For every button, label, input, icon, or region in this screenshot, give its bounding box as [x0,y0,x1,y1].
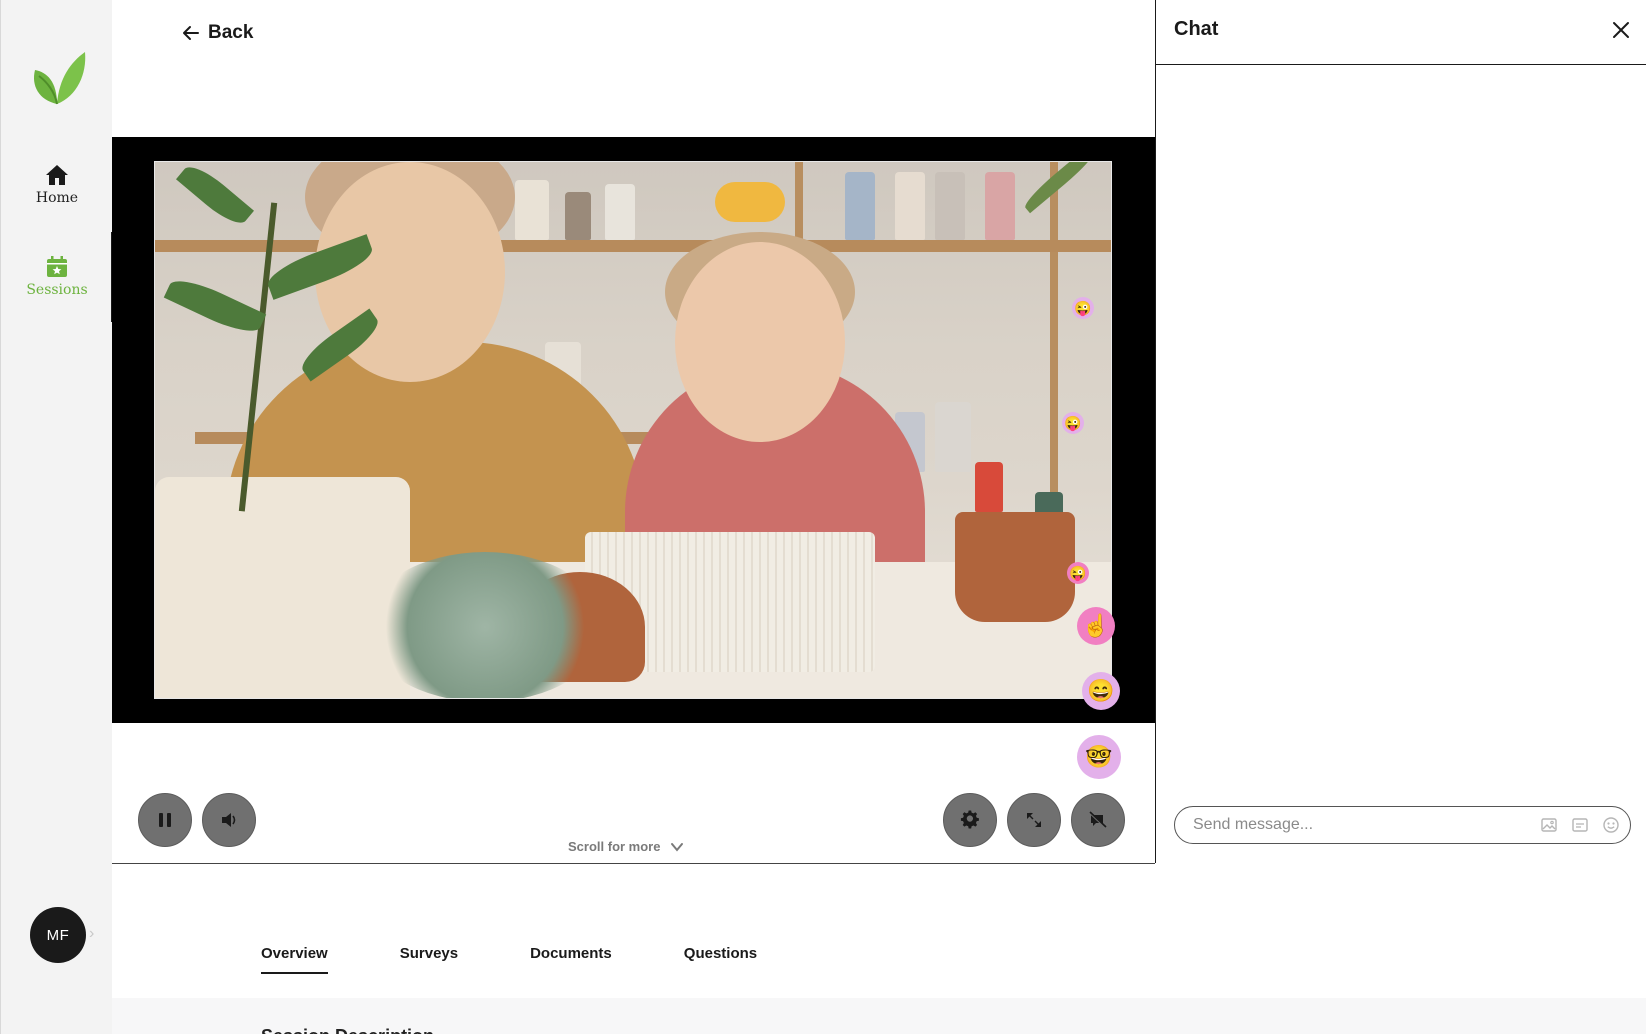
plant-leaf [176,162,254,231]
expand-icon [1027,813,1041,827]
jar [895,172,925,240]
volume-button[interactable] [202,793,256,847]
chat-off-icon [1089,811,1107,829]
chat-message-box [1174,806,1631,844]
tab-surveys[interactable]: Surveys [400,945,458,974]
foam-finger-emoji-icon: ☝ [1077,607,1115,645]
gear-icon [960,810,979,829]
gif-icon [1572,818,1588,832]
session-tabs: Overview Surveys Documents Questions [261,945,829,974]
close-icon[interactable] [1609,18,1633,42]
video-frame-image [154,161,1112,699]
chat-title: Chat [1174,18,1219,40]
plant-leaf [163,272,267,340]
chat-header: Chat [1156,0,1646,65]
tab-overview[interactable]: Overview [261,945,328,974]
gif-button[interactable] [1571,816,1589,834]
image-icon [1541,818,1557,832]
jar [845,172,875,240]
sidebar-item-sessions[interactable]: Sessions [1,254,113,298]
home-icon [46,165,68,185]
plant-leaf [1021,162,1099,214]
avatar[interactable]: MF [30,907,86,963]
back-button[interactable]: Back [182,22,253,44]
jar [515,180,549,240]
jar [565,192,591,240]
shelf [155,240,1111,252]
flower-pot [955,512,1075,622]
succulent-plant [365,552,605,698]
reaction-emoji-icon: 😜 [1067,562,1089,584]
pause-button[interactable] [138,793,192,847]
image-upload-button[interactable] [1540,816,1558,834]
jar [935,172,965,240]
cap-emoji-icon: 😄 [1082,672,1120,710]
chat-message-input[interactable] [1193,816,1527,834]
jar [605,184,635,240]
calendar-star-icon [47,256,67,277]
child-figure [675,242,845,442]
chevron-right-icon[interactable]: › [89,925,103,943]
reaction-emoji-icon: 😜 [1062,412,1084,434]
chat-panel: Chat [1155,0,1646,863]
jar [715,182,785,222]
smiley-icon [1603,817,1619,833]
settings-button[interactable] [943,793,997,847]
arrow-left-icon [183,26,199,40]
divider [112,863,1155,864]
emoji-button[interactable] [1602,816,1620,834]
jar [985,172,1015,240]
chevron-down-icon [671,842,684,852]
planter [155,477,410,698]
pause-icon [159,813,171,827]
section-heading: Session Description [261,1026,434,1034]
back-label: Back [208,22,254,43]
jar [975,462,1003,512]
tab-documents[interactable]: Documents [530,945,612,974]
leaf-logo-icon[interactable] [27,48,87,108]
main-content: Back 😜 😜 😜 ☝ 😄 🤓 Scroll for more Overvie… [112,0,1646,1034]
scroll-hint-label: Scroll for more [568,839,661,854]
sidebar-item-label: Home [35,190,79,206]
scroll-for-more[interactable]: Scroll for more [568,839,684,854]
left-sidebar: Home Sessions MF › [0,0,114,1034]
video-controls: Scroll for more [112,723,1155,863]
toggle-chat-button[interactable] [1071,793,1125,847]
sidebar-item-label: Sessions [26,282,88,298]
video-player[interactable]: 😜 😜 😜 ☝ 😄 [112,137,1155,723]
sidebar-item-home[interactable]: Home [1,162,113,206]
tab-questions[interactable]: Questions [684,945,757,974]
fullscreen-button[interactable] [1007,793,1061,847]
volume-icon [222,813,236,827]
jar [935,402,971,472]
reaction-emoji-icon: 😜 [1072,297,1094,319]
